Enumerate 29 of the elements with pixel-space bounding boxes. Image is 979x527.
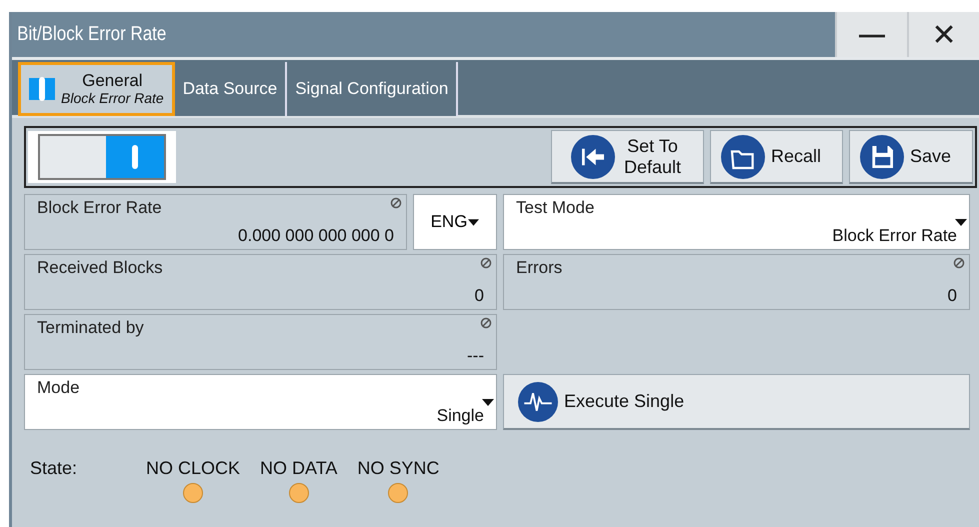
- indicator-label: NO CLOCK: [146, 458, 240, 479]
- tab[interactable]: General Block Error Rate: [18, 62, 175, 116]
- indicator-label: NO DATA: [260, 458, 338, 479]
- field-label: Test Mode: [516, 198, 594, 218]
- window-title: Bit/Block Error Rate: [16, 23, 168, 46]
- recall-button[interactable]: Recall: [710, 130, 843, 184]
- minimize-button[interactable]: —: [835, 12, 907, 57]
- field-value: Single: [436, 406, 484, 426]
- default-button[interactable]: Set To Default: [551, 130, 704, 184]
- state-label: State:: [29, 458, 78, 479]
- field-value: ---: [467, 346, 484, 366]
- field-value: 0: [474, 286, 484, 306]
- test-mode-field[interactable]: Test Mode Block Error Rate: [503, 194, 970, 250]
- unit-dropdown[interactable]: ENG: [413, 194, 497, 250]
- field-label: Mode: [37, 378, 80, 398]
- tab[interactable]: Data Source: [174, 62, 288, 116]
- field-value: 0: [948, 286, 957, 306]
- mode-field[interactable]: Mode Single: [24, 374, 497, 430]
- field-label: Terminated by: [37, 318, 144, 338]
- field-label: Errors: [516, 258, 562, 278]
- close-button[interactable]: ✕: [907, 12, 979, 57]
- execute-single-button[interactable]: Execute Single: [503, 374, 970, 430]
- field-value: Block Error Rate: [832, 226, 957, 246]
- tab[interactable]: Signal Configuration: [287, 62, 458, 116]
- indicator-label: NO SYNC: [357, 458, 440, 479]
- field-label: Block Error Rate: [37, 198, 162, 218]
- save-button[interactable]: Save: [849, 130, 973, 184]
- field-label: Received Blocks: [37, 258, 163, 278]
- field-value: 0.000 000 000 000 0: [238, 226, 394, 246]
